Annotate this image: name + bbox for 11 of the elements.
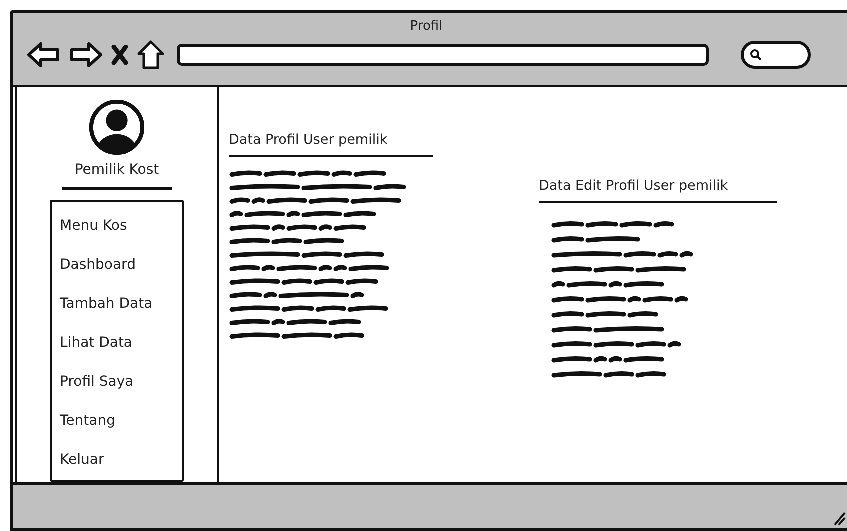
menu-item[interactable]: Keluar — [52, 440, 182, 480]
window-title: Profil — [409, 18, 444, 35]
section-heading: Data Edit Profil User pemilik — [539, 177, 728, 196]
menu-item[interactable]: Tentang — [52, 402, 182, 441]
menu-item[interactable]: Profil Saya — [52, 362, 182, 402]
menu-item[interactable]: Menu Kos — [52, 206, 182, 246]
section-heading: Data Profil User pemilik — [229, 131, 388, 150]
menu-item[interactable]: Lihat Data — [52, 323, 182, 363]
menu-item[interactable]: Dashboard — [52, 245, 182, 284]
menu-item[interactable]: Tambah Data — [52, 284, 182, 324]
user-name: Pemilik Kost — [74, 161, 160, 180]
